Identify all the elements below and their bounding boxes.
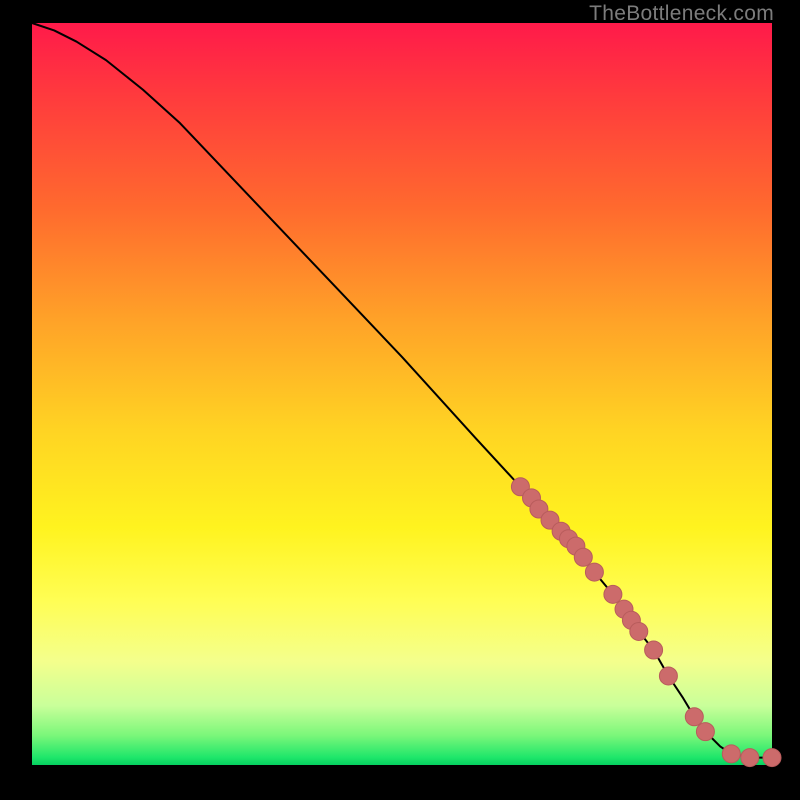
marker-dot (659, 667, 677, 685)
marker-group (511, 478, 781, 767)
chart-stage: TheBottleneck.com (0, 0, 800, 800)
marker-dot (763, 749, 781, 767)
marker-dot (645, 641, 663, 659)
marker-dot (604, 585, 622, 603)
marker-dot (585, 563, 603, 581)
marker-dot (630, 622, 648, 640)
chart-svg (32, 23, 772, 765)
marker-dot (685, 708, 703, 726)
plot-area (32, 23, 772, 765)
marker-dot (696, 723, 714, 741)
marker-dot (741, 749, 759, 767)
marker-dot (722, 745, 740, 763)
marker-dot (574, 548, 592, 566)
